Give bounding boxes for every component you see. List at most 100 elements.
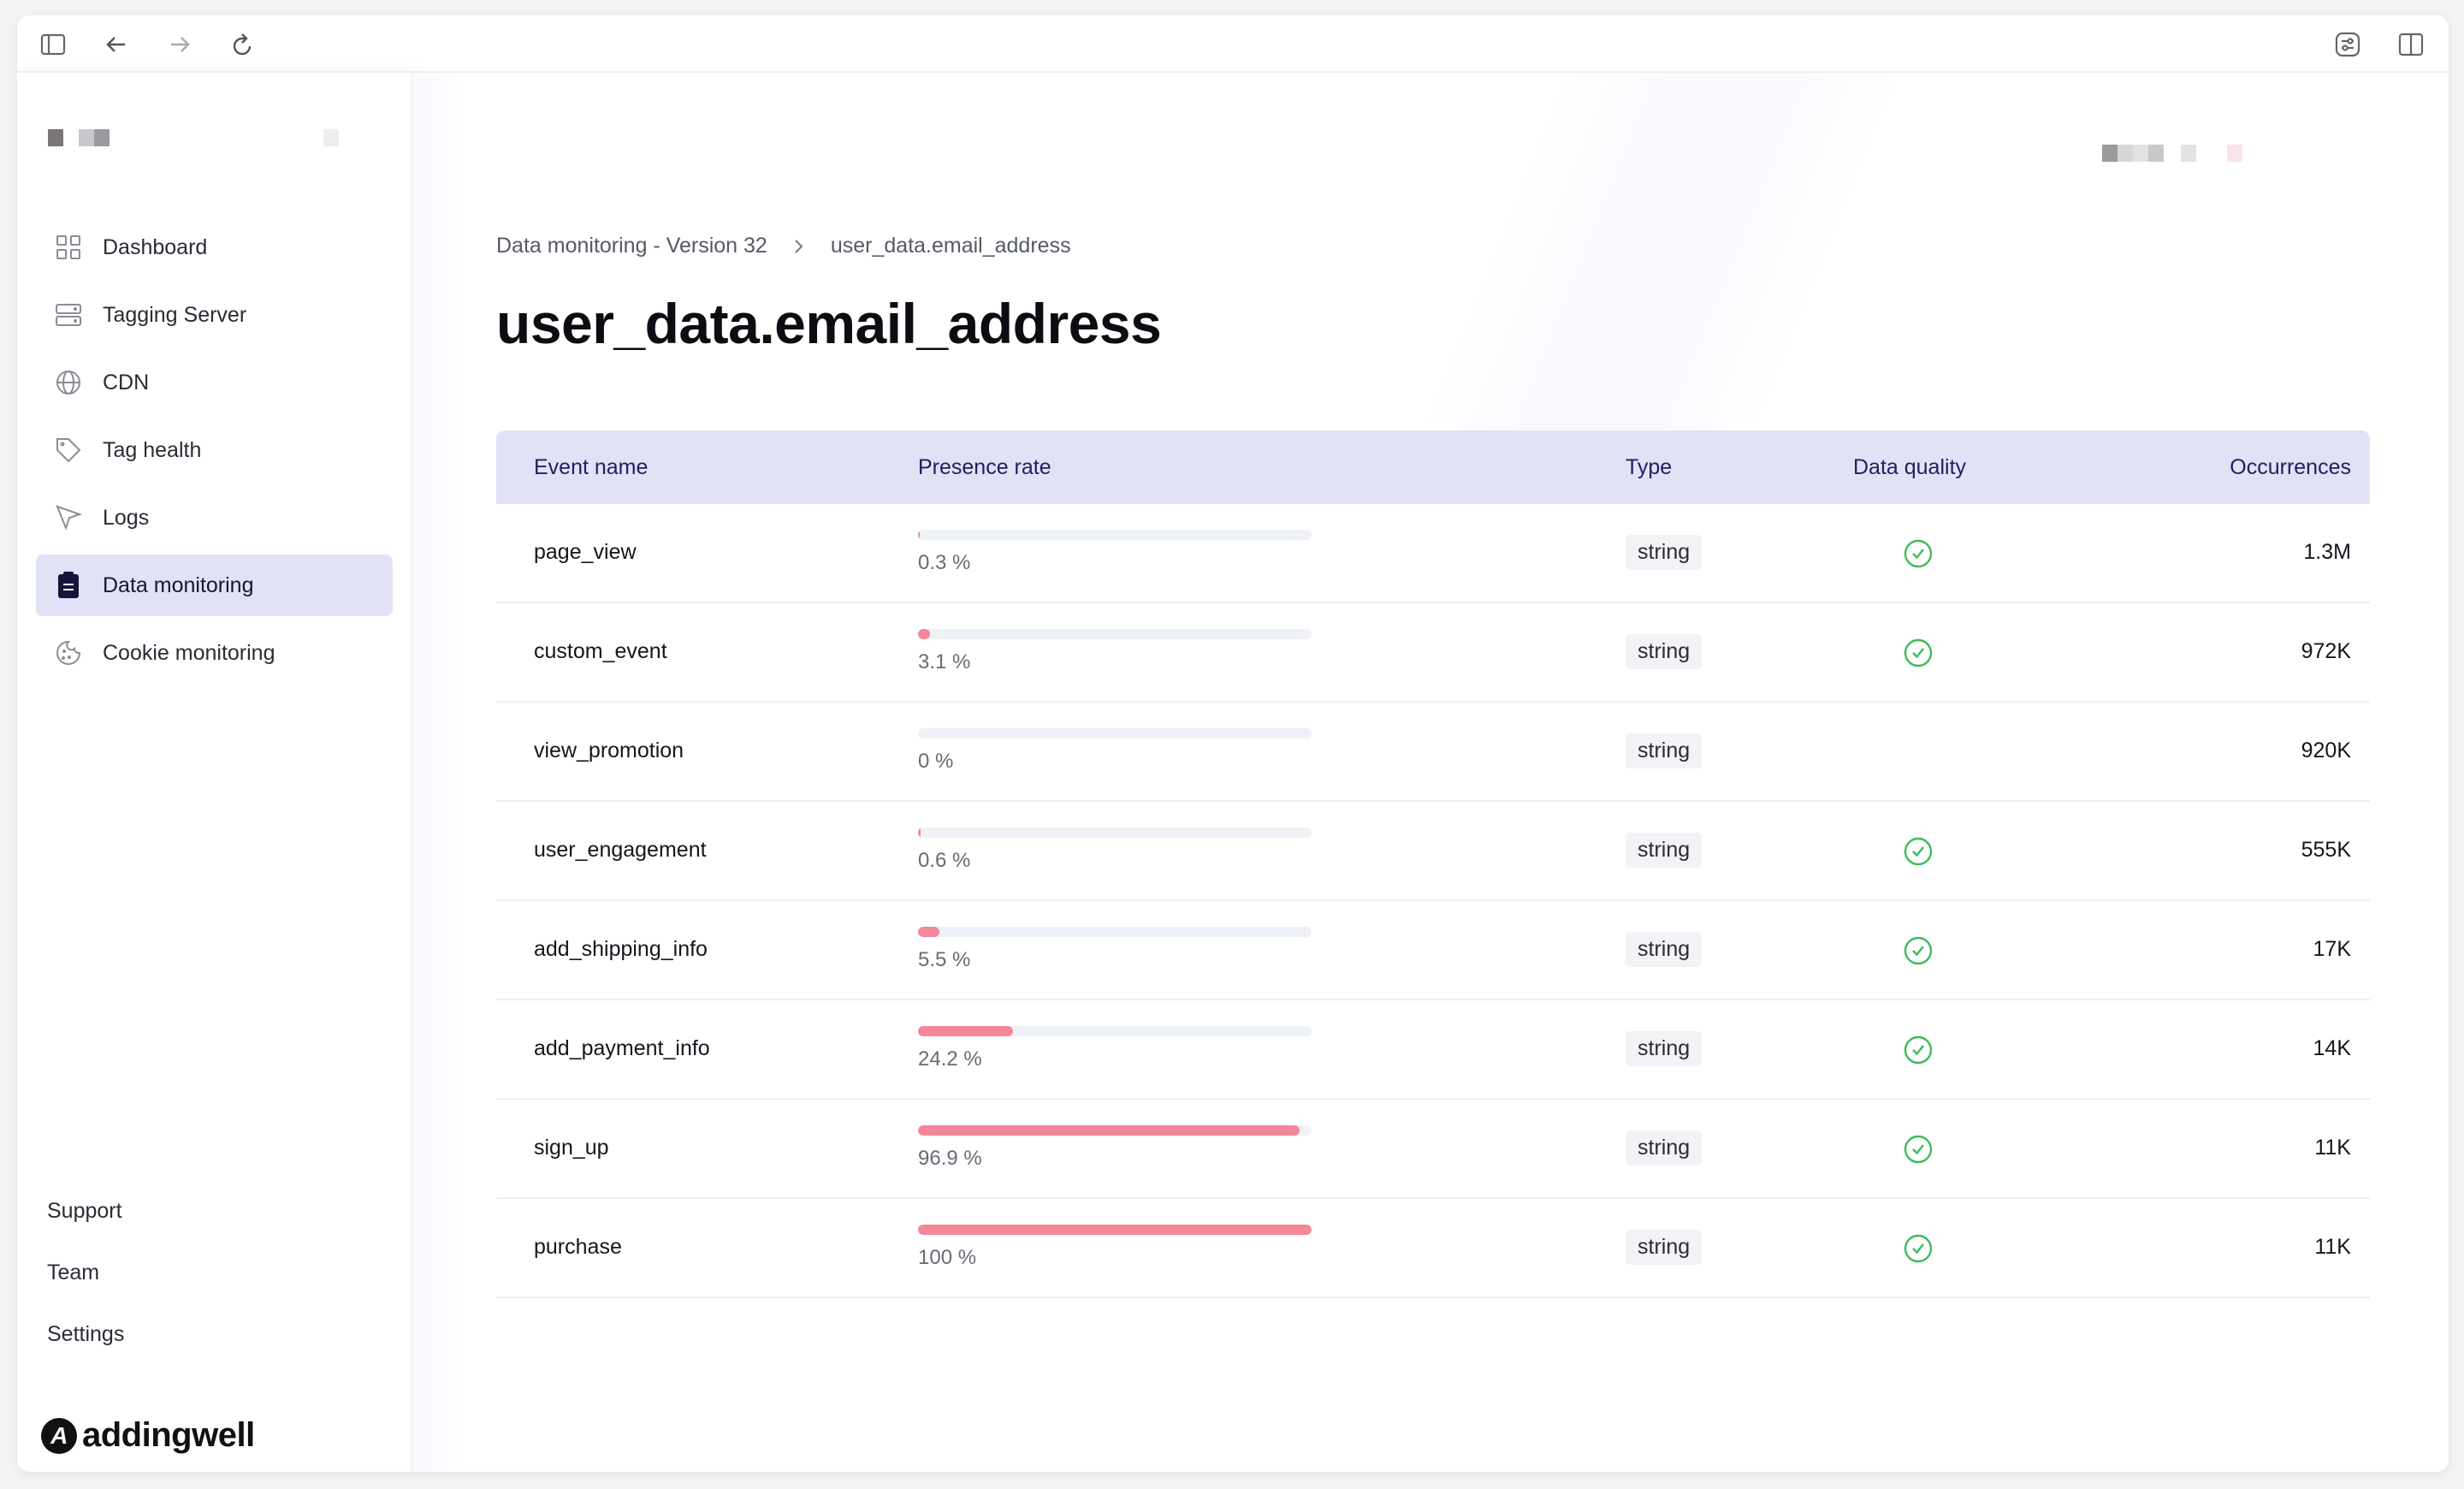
sidebar-toggle-icon[interactable] xyxy=(39,31,67,58)
presence-rate-label: 5.5 % xyxy=(918,948,971,971)
check-circle-icon xyxy=(1904,837,1933,866)
occurrences: 1.3M xyxy=(2303,540,2351,564)
event-name: sign_up xyxy=(534,1136,609,1160)
sidebar-item-label: Logs xyxy=(103,505,150,530)
page-title: user_data.email_address xyxy=(496,292,1162,355)
sidebar-item-data-monitoring[interactable]: Data monitoring xyxy=(36,555,393,616)
occurrences: 11K xyxy=(2314,1136,2351,1160)
logo-mark-icon: A xyxy=(41,1417,77,1454)
sidebar-item-cdn[interactable]: CDN xyxy=(36,352,393,413)
occurrences: 920K xyxy=(2301,739,2351,762)
breadcrumb: Data monitoring - Version 32 user_data.e… xyxy=(496,234,1071,258)
type-badge: string xyxy=(1626,1230,1703,1265)
presence-rate-fill xyxy=(918,629,931,639)
presence-rate-fill xyxy=(918,927,940,937)
presence-rate-fill xyxy=(918,1125,1300,1136)
presence-rate-bar xyxy=(918,1026,1312,1036)
type-badge: string xyxy=(1626,1130,1703,1166)
table-row[interactable]: user_engagement 0.6 % string 555K xyxy=(496,802,2370,901)
sidebar-item-cookie-monitoring[interactable]: Cookie monitoring xyxy=(36,622,393,684)
settings-sliders-icon[interactable] xyxy=(2334,31,2361,58)
presence-rate-label: 0.3 % xyxy=(918,551,971,574)
sidebar-item-tagging-server[interactable]: Tagging Server xyxy=(36,284,393,346)
events-table: Event name Presence rate Type Data quali… xyxy=(496,430,2370,1298)
workspace-selector[interactable] xyxy=(48,129,339,146)
event-name: add_payment_info xyxy=(534,1036,710,1060)
presence-rate-label: 3.1 % xyxy=(918,650,971,673)
header-data-quality[interactable]: Data quality xyxy=(1853,455,1966,480)
presence-rate-label: 0.6 % xyxy=(918,849,971,872)
table-row[interactable]: sign_up 96.9 % string 11K xyxy=(496,1100,2370,1199)
settings-link[interactable]: Settings xyxy=(47,1322,124,1347)
presence-rate-bar xyxy=(918,728,1312,739)
table-row[interactable]: view_promotion 0 % string 920K xyxy=(496,703,2370,802)
type-badge: string xyxy=(1626,733,1703,768)
cookie-icon xyxy=(56,640,81,665)
table-row[interactable]: page_view 0.3 % string 1.3M xyxy=(496,504,2370,603)
occurrences: 17K xyxy=(2313,937,2351,961)
grid-icon xyxy=(56,235,80,259)
team-link[interactable]: Team xyxy=(47,1261,99,1285)
sidebar-item-label: Tagging Server xyxy=(103,302,247,327)
split-view-icon[interactable] xyxy=(2397,31,2425,58)
globe-icon xyxy=(56,371,80,394)
type-badge: string xyxy=(1626,833,1703,868)
sidebar-item-label: Data monitoring xyxy=(103,572,254,597)
sidebar-item-logs[interactable]: Logs xyxy=(36,487,393,549)
event-name: view_promotion xyxy=(534,739,684,762)
check-circle-icon xyxy=(1904,936,1933,965)
presence-rate-bar xyxy=(918,1225,1312,1235)
header-type[interactable]: Type xyxy=(1626,455,1672,480)
check-circle-icon xyxy=(1904,1035,1933,1065)
table-row[interactable]: add_payment_info 24.2 % string 14K xyxy=(496,1000,2370,1100)
presence-rate-fill xyxy=(918,1225,1312,1235)
breadcrumb-current: user_data.email_address xyxy=(830,234,1071,258)
header-event-name[interactable]: Event name xyxy=(534,455,648,480)
presence-rate-fill xyxy=(918,1026,1014,1036)
type-badge: string xyxy=(1626,634,1703,669)
user-menu[interactable] xyxy=(2102,145,2242,162)
forward-arrow-icon[interactable] xyxy=(166,31,193,58)
type-badge: string xyxy=(1626,535,1703,570)
table-header: Event name Presence rate Type Data quali… xyxy=(496,430,2370,504)
sidebar-item-dashboard[interactable]: Dashboard xyxy=(36,217,393,278)
event-name: add_shipping_info xyxy=(534,937,708,961)
presence-rate-bar xyxy=(918,828,1312,838)
addingwell-logo: Aaddingwell xyxy=(41,1416,255,1455)
sidebar-item-label: Cookie monitoring xyxy=(103,640,275,665)
browser-window: Dashboard Tagging Server CDN Tag health Logs… xyxy=(17,15,2449,1472)
chevron-right-icon xyxy=(795,239,803,253)
back-arrow-icon[interactable] xyxy=(103,31,130,58)
table-row[interactable]: custom_event 3.1 % string 972K xyxy=(496,603,2370,703)
check-circle-icon xyxy=(1904,638,1933,667)
occurrences: 555K xyxy=(2301,838,2351,862)
breadcrumb-parent[interactable]: Data monitoring - Version 32 xyxy=(496,234,767,258)
presence-rate-fill xyxy=(918,530,920,540)
tag-icon xyxy=(56,438,81,463)
check-circle-icon xyxy=(1904,1135,1933,1164)
presence-rate-label: 24.2 % xyxy=(918,1047,982,1071)
sidebar-item-tag-health[interactable]: Tag health xyxy=(36,419,393,481)
presence-rate-bar xyxy=(918,629,1312,639)
occurrences: 14K xyxy=(2313,1036,2351,1060)
presence-rate-fill xyxy=(918,828,921,838)
support-link[interactable]: Support xyxy=(47,1199,122,1224)
presence-rate-bar xyxy=(918,927,1312,937)
reload-icon[interactable] xyxy=(229,31,257,58)
occurrences: 972K xyxy=(2301,639,2351,663)
presence-rate-bar xyxy=(918,530,1312,540)
occurrences: 11K xyxy=(2314,1235,2351,1259)
presence-rate-label: 100 % xyxy=(918,1246,977,1269)
sidebar-item-label: Dashboard xyxy=(103,234,208,259)
table-row[interactable]: add_shipping_info 5.5 % string 17K xyxy=(496,901,2370,1000)
server-icon xyxy=(56,304,81,326)
check-circle-icon xyxy=(1904,1234,1933,1263)
event-name: purchase xyxy=(534,1235,622,1259)
header-occurrences[interactable]: Occurrences xyxy=(2230,455,2351,480)
table-row[interactable]: purchase 100 % string 11K xyxy=(496,1199,2370,1298)
main-content: Data monitoring - Version 32 user_data.e… xyxy=(412,73,2449,1472)
header-presence-rate[interactable]: Presence rate xyxy=(918,455,1051,480)
sidebar-item-label: CDN xyxy=(103,370,150,394)
event-name: custom_event xyxy=(534,639,667,663)
type-badge: string xyxy=(1626,932,1703,967)
